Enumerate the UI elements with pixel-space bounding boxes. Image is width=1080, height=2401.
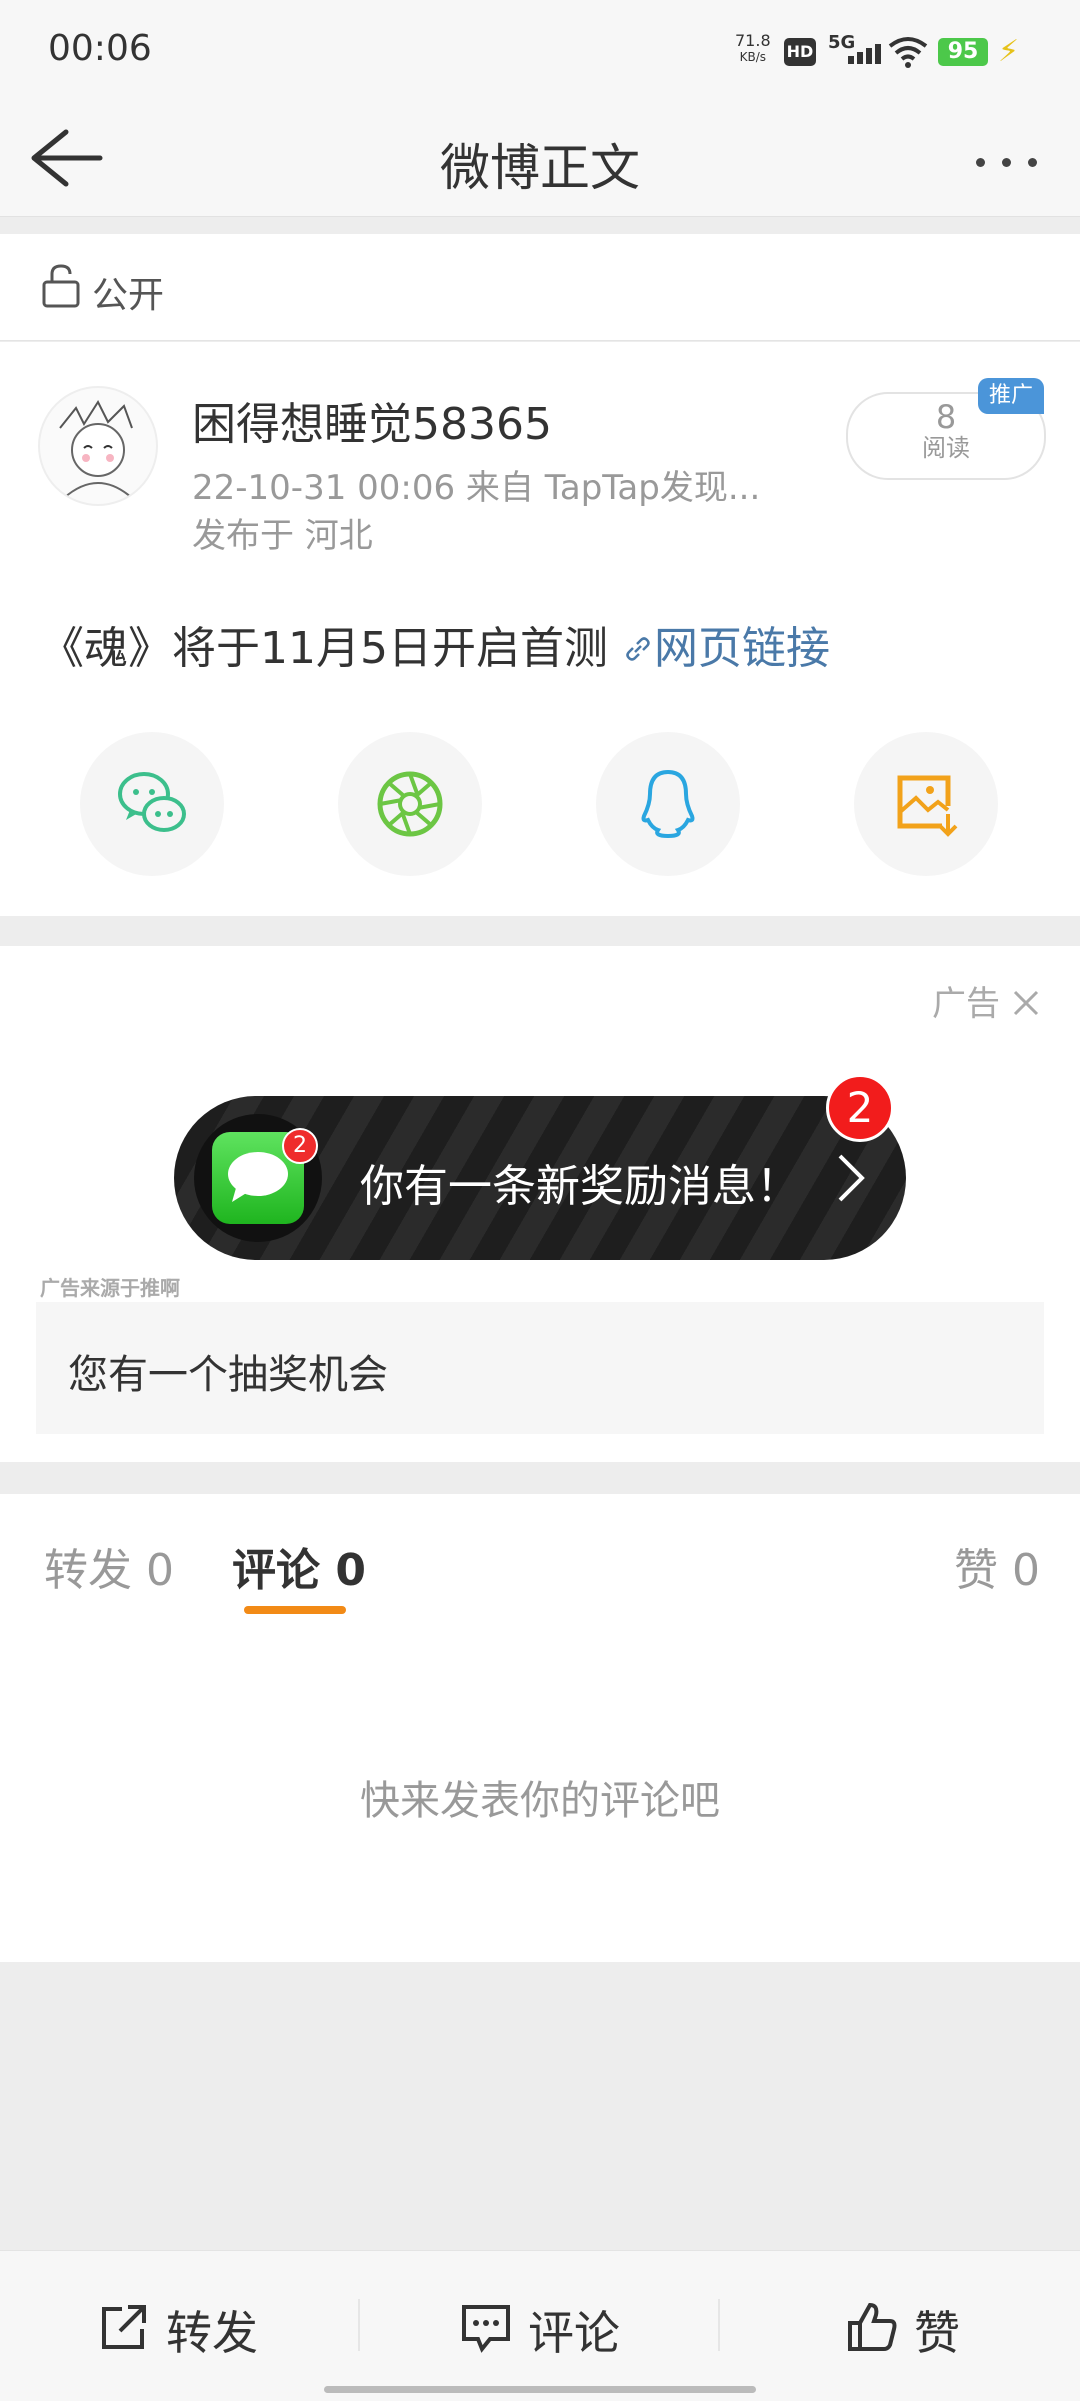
post-meta: 22-10-31 00:06 来自 TapTap发现... [192, 468, 761, 508]
thumbs-up-icon [848, 2302, 897, 2351]
wechat-icon [118, 772, 186, 832]
ad-close-button[interactable]: 广告 [932, 976, 1041, 1025]
banner-text: 你有一条新奖励消息！ [360, 1161, 800, 1212]
post-card: 困得想睡觉58365 22-10-31 00:06 来自 TapTap发现...… [0, 342, 1080, 916]
link-icon [626, 637, 650, 661]
repost-button[interactable]: 转发 [0, 2251, 358, 2401]
tab-likes[interactable]: 赞 0 [954, 1534, 1040, 1598]
promote-badge[interactable]: 推广 [978, 378, 1044, 414]
username[interactable]: 困得想睡觉58365 [192, 388, 552, 452]
comment-button[interactable]: 评论 [360, 2251, 718, 2401]
close-icon [1013, 990, 1038, 1016]
reward-message-banner[interactable]: 2 你有一条新奖励消息！ [174, 1096, 906, 1260]
home-indicator[interactable] [324, 2386, 756, 2393]
ad-source: 广告来源于推啊 [40, 1276, 180, 1300]
comment-icon [462, 2305, 510, 2353]
interaction-tabs: 转发 0 评论 0 赞 0 [0, 1494, 1080, 1623]
share-wechat-button[interactable] [80, 732, 224, 876]
signal-icon [848, 44, 884, 64]
battery-icon: 95 [938, 38, 988, 66]
like-button[interactable]: 赞 [720, 2251, 1080, 2401]
repost-icon [102, 2305, 146, 2349]
qq-icon [641, 769, 695, 839]
privacy-row: 公开 [0, 234, 1080, 341]
page-title: 微博正文 [440, 139, 640, 197]
network-speed: 71.8 KB/s [735, 31, 771, 64]
share-qq-button[interactable] [596, 732, 740, 876]
web-link[interactable]: 网页链接 [622, 623, 830, 674]
lottery-chance-box[interactable]: 您有一个抽奖机会 [36, 1302, 1044, 1434]
charging-icon: ⚡ [998, 34, 1020, 69]
save-image-icon [897, 775, 958, 837]
status-bar: 00:06 71.8 KB/s HD 5G 95 ⚡ [0, 0, 1080, 100]
tab-comments[interactable]: 评论 0 [232, 1534, 366, 1598]
moments-icon [377, 771, 443, 837]
post-text: 《魂》将于11月5日开启首测 网页链接 [40, 623, 830, 674]
status-time: 00:06 [48, 28, 152, 69]
avatar[interactable] [38, 386, 158, 506]
active-tab-indicator [244, 1606, 346, 1614]
bottom-action-bar: 转发 评论 赞 [0, 2250, 1080, 2401]
unlock-icon [40, 262, 84, 314]
tab-repost[interactable]: 转发 0 [44, 1534, 174, 1598]
wifi-icon [888, 36, 928, 72]
comments-area: 快来发表你的评论吧 [0, 1622, 1080, 1962]
privacy-label: 公开 [92, 275, 165, 316]
ad-card: 广告 2 你有一条新奖励消息！ 2 广告来源于推啊 您有一个抽奖机会 [0, 946, 1080, 1462]
save-image-button[interactable] [854, 732, 998, 876]
notification-badge: 2 [826, 1074, 894, 1142]
share-moments-button[interactable] [338, 732, 482, 876]
top-nav: 微博正文 [0, 100, 1080, 217]
post-location: 发布于 河北 [192, 516, 373, 556]
empty-comments-text: 快来发表你的评论吧 [360, 1778, 720, 1824]
icon-badge: 2 [282, 1128, 318, 1164]
more-options-button[interactable] [976, 152, 1054, 171]
chevron-right-icon [832, 1150, 868, 1210]
hd-icon: HD [784, 38, 816, 66]
